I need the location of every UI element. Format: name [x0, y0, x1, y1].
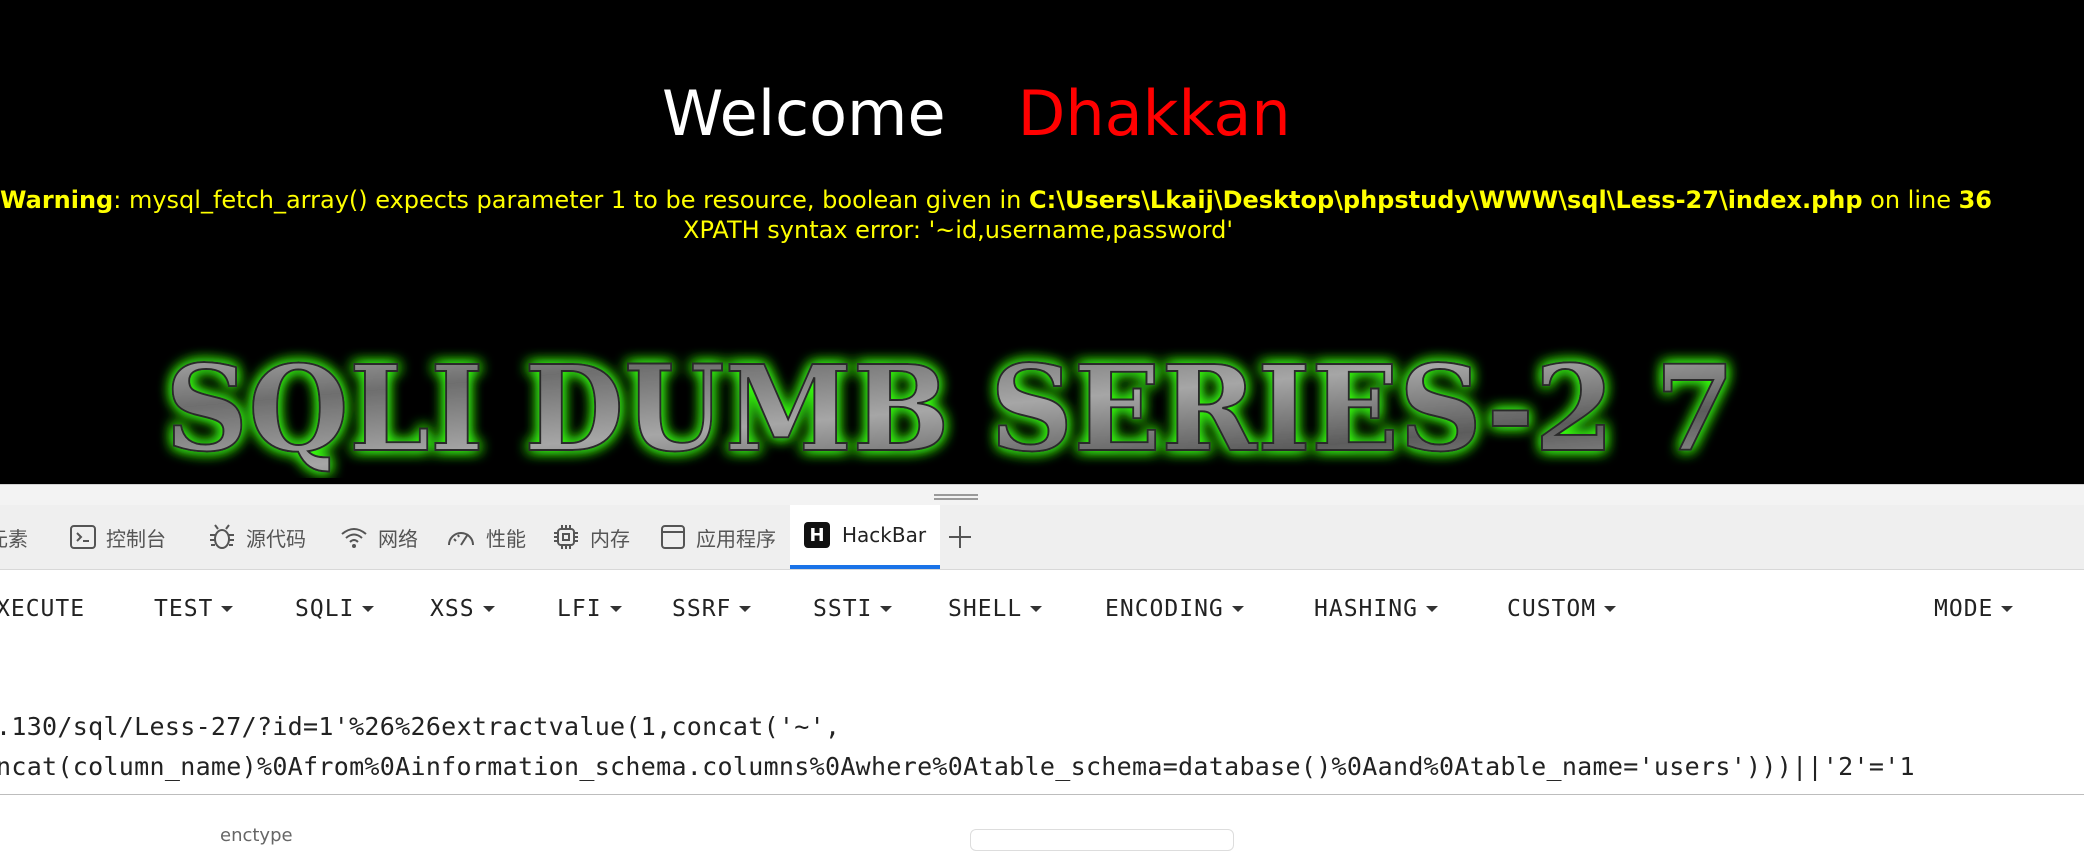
- window-icon: [661, 525, 685, 549]
- hackbar-toolbar: XECUTE TEST SQLI XSS LFI SSRF SSTI SHELL…: [0, 570, 2084, 650]
- xss-label: XSS: [430, 596, 475, 622]
- tab-application[interactable]: 应用程序: [660, 505, 776, 569]
- tab-performance[interactable]: 性能: [446, 505, 526, 569]
- mode-label: MODE: [1934, 596, 1994, 622]
- enctype-label: enctype: [220, 825, 293, 846]
- caret-down-icon: [880, 606, 893, 612]
- caret-down-icon: [362, 606, 375, 612]
- encoding-menu[interactable]: ENCODING: [1105, 596, 1244, 622]
- caret-down-icon: [609, 606, 622, 612]
- ssrf-label: SSRF: [672, 596, 732, 622]
- ssti-label: SSTI: [813, 596, 873, 622]
- sqli-lab-page: Welcome Dhakkan Warning: mysql_fetch_arra…: [0, 0, 2084, 484]
- devtools-tab-bar: 元素 控制台 源代码 网络 性能 内存 应用程序 H HackBar: [0, 505, 2084, 570]
- lfi-menu[interactable]: LFI: [557, 596, 622, 622]
- caret-down-icon: [482, 606, 495, 612]
- caret-down-icon: [1030, 606, 1043, 612]
- caret-down-icon: [1425, 606, 1438, 612]
- sqli-label: SQLI: [295, 596, 355, 622]
- tab-label: HackBar: [842, 523, 927, 547]
- warning-message: : mysql_fetch_array() expects parameter …: [113, 186, 1029, 214]
- caret-down-icon: [1604, 606, 1617, 612]
- banner-text: SQLI DUMB SERIES-2 7: [165, 339, 1735, 478]
- url-line-1: .130/sql/Less-27/?id=1'%26%26extractvalu…: [0, 712, 841, 741]
- tab-console[interactable]: 控制台: [70, 505, 166, 569]
- chip-icon: [554, 525, 578, 549]
- hashing-label: HASHING: [1314, 596, 1418, 622]
- welcome-word: Welcome: [662, 77, 946, 150]
- tab-label: 元素: [0, 526, 28, 551]
- warning-on-line: on line: [1862, 186, 1959, 214]
- xss-menu[interactable]: XSS: [430, 596, 495, 622]
- caret-down-icon: [739, 606, 752, 612]
- tab-label: 性能: [486, 526, 526, 551]
- tab-hackbar[interactable]: H HackBar: [790, 505, 941, 569]
- url-line-2: ncat(column_name)%0Afrom%0Ainformation_s…: [0, 752, 1915, 781]
- caret-down-icon: [221, 606, 234, 612]
- test-menu[interactable]: TEST: [154, 596, 234, 622]
- warning-line-number: 36: [1958, 186, 1993, 214]
- plus-icon[interactable]: [946, 523, 974, 551]
- tab-label: 应用程序: [696, 526, 776, 551]
- bug-icon: [210, 524, 234, 549]
- shell-label: SHELL: [948, 596, 1023, 622]
- ssti-menu[interactable]: SSTI: [813, 596, 893, 622]
- caret-down-icon: [1231, 606, 1244, 612]
- lfi-label: LFI: [557, 596, 602, 622]
- tab-label: 控制台: [106, 526, 166, 551]
- wifi-icon: [341, 528, 367, 548]
- sqli-dumb-series-banner: SQLI DUMB SERIES-2 7: [164, 338, 1736, 478]
- url-textarea[interactable]: .130/sql/Less-27/?id=1'%26%26extractvalu…: [0, 700, 2084, 795]
- custom-label: CUSTOM: [1507, 596, 1597, 622]
- hackbar-icon: H: [804, 522, 830, 548]
- tab-network[interactable]: 网络: [340, 505, 418, 569]
- tab-label: 内存: [590, 526, 630, 551]
- console-icon: [70, 525, 96, 549]
- gauge-icon: [448, 532, 474, 546]
- welcome-username: Dhakkan: [1017, 77, 1291, 150]
- shell-menu[interactable]: SHELL: [948, 596, 1043, 622]
- tab-elements[interactable]: 元素: [0, 505, 28, 569]
- execute-button[interactable]: XECUTE: [0, 596, 85, 622]
- warning-label: Warning: [0, 186, 114, 214]
- caret-down-icon: [2001, 606, 2014, 612]
- xpath-error-message: XPATH syntax error: '~id,username,passwo…: [683, 216, 1233, 244]
- warning-file-path: C:\Users\Lkaij\Desktop\phpstudy\WWW\sql\…: [1028, 186, 1863, 214]
- sqli-menu[interactable]: SQLI: [295, 596, 375, 622]
- custom-menu[interactable]: CUSTOM: [1507, 596, 1617, 622]
- tab-memory[interactable]: 内存: [552, 505, 630, 569]
- tab-label: 网络: [378, 526, 418, 551]
- ssrf-menu[interactable]: SSRF: [672, 596, 752, 622]
- encoding-label: ENCODING: [1105, 596, 1224, 622]
- partial-select-box[interactable]: [970, 829, 1234, 851]
- drag-grip-icon: [934, 494, 978, 500]
- mode-menu[interactable]: MODE: [1934, 596, 2014, 622]
- php-warning: Warning: mysql_fetch_array() expects par…: [0, 184, 1992, 216]
- welcome-heading: Welcome Dhakkan: [662, 74, 1291, 154]
- devtools-resize-handle[interactable]: [0, 484, 2084, 505]
- hackbar-options-area: enctype: [0, 795, 2084, 851]
- tab-sources[interactable]: 源代码: [208, 505, 306, 569]
- execute-label: XECUTE: [0, 596, 86, 622]
- hashing-menu[interactable]: HASHING: [1314, 596, 1438, 622]
- tab-label: 源代码: [246, 526, 306, 551]
- test-label: TEST: [154, 596, 214, 622]
